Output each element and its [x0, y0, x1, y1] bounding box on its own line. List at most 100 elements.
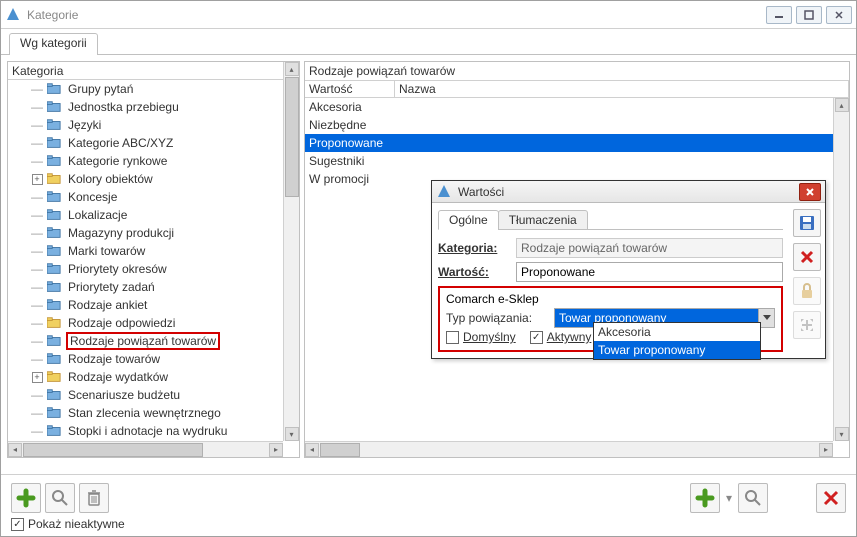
search-category-button[interactable]: [45, 483, 75, 513]
add-value-button[interactable]: [690, 483, 720, 513]
tree-item[interactable]: + Kolory obiektów: [8, 170, 299, 188]
tree-item[interactable]: —Stan zlecenia wewnętrznego: [8, 404, 299, 422]
list-scrollbar-horizontal[interactable]: ◂ ▸: [305, 441, 833, 457]
tree-column-header[interactable]: Kategoria: [8, 62, 299, 80]
category-tree-panel: Kategoria —Grupy pytań—Jednostka przebie…: [7, 61, 300, 458]
checkbox-show-inactive[interactable]: ✓ Pokaż nieaktywne: [11, 517, 846, 531]
tree-item[interactable]: —Rodzaje towarów: [8, 350, 299, 368]
tree-item[interactable]: —Rodzaje ankiet: [8, 296, 299, 314]
tree-item[interactable]: —Kategorie rynkowe: [8, 152, 299, 170]
folder-icon: [46, 334, 62, 348]
dropdown-option[interactable]: Akcesoria: [594, 323, 760, 341]
tree-item-label: Marki towarów: [66, 244, 147, 258]
minimize-button[interactable]: [766, 6, 792, 24]
app-icon: [5, 7, 21, 23]
app-window: Kategorie Wg kategorii Kategoria —Grupy …: [0, 0, 857, 537]
input-value[interactable]: [516, 262, 783, 282]
dialog-titlebar[interactable]: Wartości: [432, 181, 825, 203]
folder-icon: [46, 298, 62, 312]
dropdown-split-icon[interactable]: ▾: [724, 491, 734, 505]
tree-scrollbar-horizontal[interactable]: ◂ ▸: [8, 441, 283, 457]
tree-item-label: Stopki i adnotacje na wydruku: [66, 424, 229, 438]
tree-item[interactable]: —Rodzaje powiązań towarów: [8, 332, 299, 350]
tree-item-label: Kategorie rynkowe: [66, 154, 169, 168]
combo-dropdown: Akcesoria Towar proponowany: [593, 322, 761, 360]
list-row[interactable]: Sugestniki: [305, 152, 849, 170]
tree-item[interactable]: —Lokalizacje: [8, 206, 299, 224]
checkbox-active[interactable]: ✓ Aktywny: [530, 330, 592, 344]
tree-scrollbar-vertical[interactable]: ▴ ▾: [283, 62, 299, 441]
tree-expander[interactable]: +: [32, 174, 43, 185]
tree-item-label: Rodzaje powiązań towarów: [66, 332, 220, 350]
dialog-title: Wartości: [458, 185, 799, 199]
column-header-value[interactable]: Wartość: [305, 81, 395, 97]
checkbox-default[interactable]: Domyślny: [446, 330, 516, 344]
tree-item[interactable]: —Priorytety zadań: [8, 278, 299, 296]
tree-item-label: Stan zlecenia wewnętrznego: [66, 406, 223, 420]
tree-item[interactable]: —Rodzaje odpowiedzi: [8, 314, 299, 332]
folder-icon: [46, 370, 62, 384]
list-caption: Rodzaje powiązań towarów: [305, 62, 849, 80]
close-button[interactable]: [826, 6, 852, 24]
tree-item[interactable]: —Priorytety okresów: [8, 260, 299, 278]
tree-item-label: Rodzaje ankiet: [66, 298, 149, 312]
tree-item-label: Rodzaje towarów: [66, 352, 162, 366]
checkbox-active-box: ✓: [530, 331, 543, 344]
tree-expander[interactable]: +: [32, 372, 43, 383]
maximize-button[interactable]: [796, 6, 822, 24]
tree-item[interactable]: —Kategorie ABC/XYZ: [8, 134, 299, 152]
list-row[interactable]: Akcesoria: [305, 98, 849, 116]
tree-item[interactable]: —Języki: [8, 116, 299, 134]
list-row[interactable]: Niezbędne: [305, 116, 849, 134]
folder-icon: [46, 424, 62, 438]
delete-category-button[interactable]: [79, 483, 109, 513]
dialog-tab-general[interactable]: Ogólne: [438, 210, 499, 230]
tree-item-label: Jednostka przebiegu: [66, 100, 181, 114]
tree-item[interactable]: —Marki towarów: [8, 242, 299, 260]
list-row[interactable]: Proponowane: [305, 134, 849, 152]
dialog-close-button[interactable]: [799, 183, 821, 201]
label-value: Wartość:: [438, 265, 516, 279]
dialog-tab-translations[interactable]: Tłumaczenia: [498, 210, 588, 230]
label-binding-type: Typ powiązania:: [446, 311, 554, 325]
expand-button[interactable]: [793, 311, 821, 339]
delete-button[interactable]: [793, 243, 821, 271]
folder-icon: [46, 226, 62, 240]
tree-item-label: Koncesje: [66, 190, 119, 204]
tree-item-label: Priorytety okresów: [66, 262, 169, 276]
search-value-button[interactable]: [738, 483, 768, 513]
tree-body: —Grupy pytań—Jednostka przebiegu—Języki—…: [8, 80, 299, 457]
folder-icon: [46, 352, 62, 366]
tree-item[interactable]: —Koncesje: [8, 188, 299, 206]
tree-item[interactable]: —Grupy pytań: [8, 80, 299, 98]
tree-item-label: Grupy pytań: [66, 82, 135, 96]
dialog-icon: [436, 184, 452, 200]
tree-item[interactable]: +Rodzaje wydatków: [8, 368, 299, 386]
lock-button[interactable]: [793, 277, 821, 305]
checkbox-default-label: Domyślny: [463, 330, 516, 344]
column-header-name[interactable]: Nazwa: [395, 81, 849, 97]
folder-icon: [46, 208, 62, 222]
folder-icon: [46, 280, 62, 294]
save-button[interactable]: [793, 209, 821, 237]
tree-item-label: Kolory obiektów: [66, 172, 155, 186]
tree-item[interactable]: —Scenariusze budżetu: [8, 386, 299, 404]
footer-toolbar: ▾ ✓ Pokaż nieaktywne: [1, 474, 856, 536]
checkbox-show-inactive-box: ✓: [11, 518, 24, 531]
tab-by-category[interactable]: Wg kategorii: [9, 33, 98, 55]
tree-item[interactable]: —Magazyny produkcji: [8, 224, 299, 242]
values-dialog: Wartości Ogólne Tłumaczenia Kategoria: W…: [431, 180, 826, 359]
add-category-button[interactable]: [11, 483, 41, 513]
tree-item[interactable]: —Stopki i adnotacje na wydruku: [8, 422, 299, 440]
checkbox-default-box: [446, 331, 459, 344]
group-heading: Comarch e-Sklep: [446, 292, 775, 306]
tree-item[interactable]: —Jednostka przebiegu: [8, 98, 299, 116]
folder-icon: [46, 118, 62, 132]
close-window-button[interactable]: [816, 483, 846, 513]
list-scrollbar-vertical[interactable]: ▴ ▾: [833, 98, 849, 441]
main-tabstrip: Wg kategorii: [1, 29, 856, 55]
dropdown-option[interactable]: Towar proponowany: [594, 341, 760, 359]
label-category: Kategoria:: [438, 241, 516, 255]
input-category: [516, 238, 783, 258]
checkbox-active-label: Aktywny: [547, 330, 592, 344]
